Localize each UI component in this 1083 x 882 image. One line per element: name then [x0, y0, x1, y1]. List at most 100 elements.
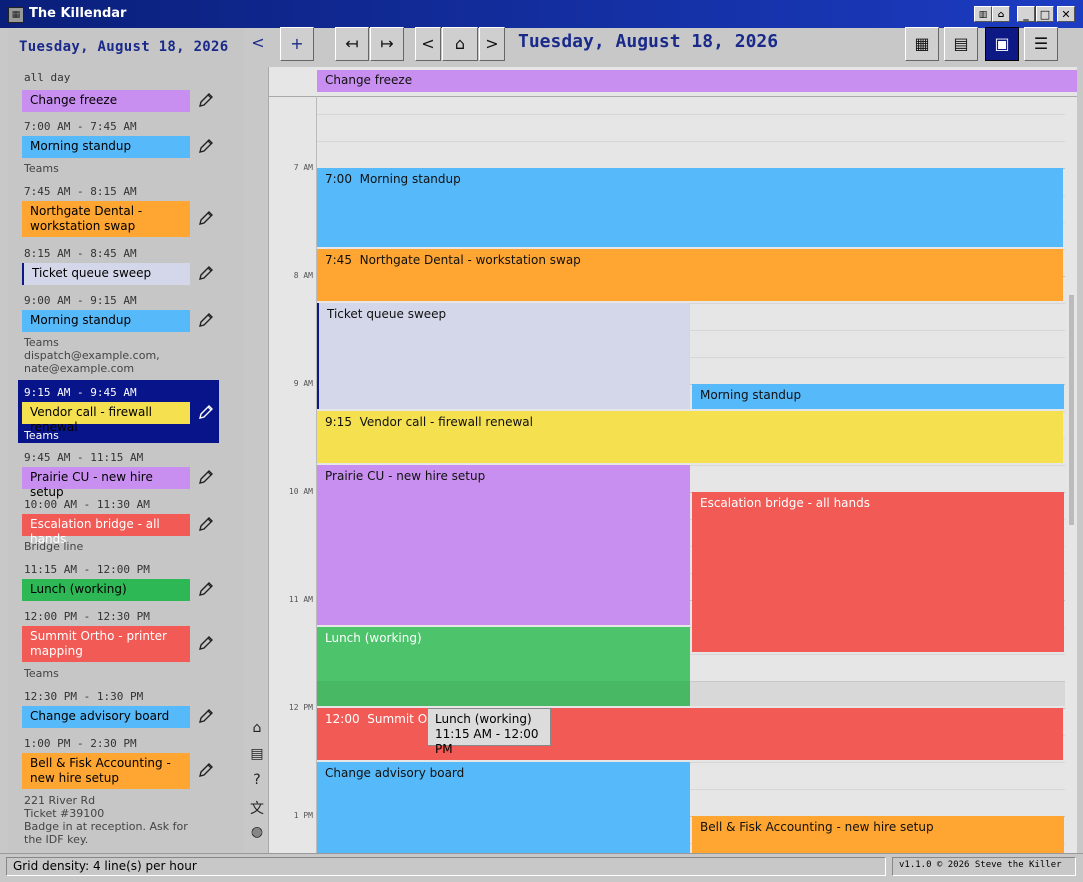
event-title: Change advisory board	[325, 766, 465, 780]
edit-pencil-icon[interactable]	[198, 581, 214, 597]
header-date: Tuesday, August 18, 2026	[518, 31, 779, 52]
event-title: Lunch (working)	[325, 631, 422, 645]
event-vendor-call[interactable]: 9:15 Vendor call - firewall renewal	[317, 411, 1063, 463]
add-event-button[interactable]: +	[280, 27, 314, 61]
agenda-item[interactable]: Prairie CU - new hire setup	[22, 467, 190, 499]
event-title: Northgate Dental - workstation swap	[359, 253, 581, 267]
event-time: 7:45	[325, 253, 352, 267]
agenda-time: 9:45 AM - 11:15 AM	[24, 451, 144, 464]
next-day-button[interactable]: >	[479, 27, 505, 61]
next-week-button[interactable]: ↦	[370, 27, 404, 61]
agenda-meta: 221 River Rd Ticket #39100 Badge in at r…	[24, 794, 188, 846]
translate-icon[interactable]: 文	[248, 798, 266, 824]
agenda-item[interactable]: Escalation bridge - all hands	[22, 514, 190, 546]
minimize-button[interactable]: _	[1017, 6, 1035, 22]
edit-pencil-icon[interactable]	[198, 138, 214, 154]
day-grid[interactable]: Change freeze 7 AM 8 AM 9 AM 10 AM 11 AM 12 P…	[268, 67, 1077, 853]
event-morning-standup[interactable]: 7:00 Morning standup	[317, 168, 1063, 247]
agenda-time: 9:00 AM - 9:15 AM	[24, 294, 137, 307]
prev-day-button[interactable]: <	[415, 27, 441, 61]
week-calendar-icon: ▤	[953, 34, 969, 53]
event-northgate-dental[interactable]: 7:45 Northgate Dental - workstation swap	[317, 249, 1063, 301]
agenda-item[interactable]: Lunch (working)	[22, 579, 190, 601]
side-tools: ⌂ ▤ ? 文 ◍	[248, 720, 266, 850]
hour-label: 7 AM	[293, 163, 313, 172]
palette-icon[interactable]: ◍	[248, 824, 266, 850]
collapse-sidebar-button[interactable]: <	[246, 27, 270, 61]
allday-row: Change freeze	[269, 67, 1077, 97]
event-prairie-cu[interactable]: Prairie CU - new hire setup	[317, 465, 690, 625]
hour-label: 11 AM	[288, 595, 313, 604]
day-view-button[interactable]: ▣	[985, 27, 1019, 61]
agenda-time: 7:00 AM - 7:45 AM	[24, 120, 137, 133]
event-escalation-bridge[interactable]: Escalation bridge - all hands	[692, 492, 1064, 652]
edit-pencil-icon[interactable]	[198, 312, 214, 328]
sidebar-date: Tuesday, August 18, 2026	[19, 39, 229, 55]
agenda-time: 7:45 AM - 8:15 AM	[24, 185, 137, 198]
lock-icon[interactable]: ⌂	[992, 6, 1010, 22]
event-morning-standup-2[interactable]: Morning standup	[692, 384, 1064, 409]
agenda-item[interactable]: Change freeze	[22, 90, 190, 112]
edit-pencil-icon[interactable]	[198, 92, 214, 108]
agenda-item[interactable]: Morning standup	[22, 310, 190, 332]
agenda-item[interactable]: Ticket queue sweep	[22, 263, 190, 285]
event-time: 7:00	[325, 172, 352, 186]
agenda-sidebar: Tuesday, August 18, 2026 all day Change …	[8, 29, 244, 852]
event-tooltip: Lunch (working) 11:15 AM - 12:00 PM	[427, 708, 551, 756]
tag-icon[interactable]: ⌂	[248, 720, 266, 746]
agenda-item[interactable]: Morning standup	[22, 136, 190, 158]
agenda-time: 8:15 AM - 8:45 AM	[24, 247, 137, 260]
event-bell-fisk[interactable]: Bell & Fisk Accounting - new hire setup	[692, 816, 1064, 853]
allday-event[interactable]: Change freeze	[317, 70, 1077, 92]
edit-pencil-icon[interactable]	[198, 635, 214, 651]
close-button[interactable]: ✕	[1057, 6, 1075, 22]
agenda-item[interactable]: Change advisory board	[22, 706, 190, 728]
edit-pencil-icon[interactable]	[198, 404, 214, 420]
edit-pencil-icon[interactable]	[198, 708, 214, 724]
hour-label: 1 PM	[293, 811, 313, 820]
edit-pencil-icon[interactable]	[198, 265, 214, 281]
edit-pencil-icon[interactable]	[198, 469, 214, 485]
agenda-item[interactable]: Vendor call - firewall renewal	[22, 402, 190, 434]
event-ticket-queue[interactable]: Ticket queue sweep	[317, 303, 690, 409]
status-left: Grid density: 4 line(s) per hour	[6, 857, 886, 876]
agenda-time: 12:30 PM - 1:30 PM	[24, 690, 144, 703]
hour-label: 9 AM	[293, 379, 313, 388]
edit-pencil-icon[interactable]	[198, 762, 214, 778]
prev-week-button[interactable]: ↤	[335, 27, 369, 61]
event-change-advisory[interactable]: Change advisory board	[317, 762, 690, 853]
tooltip-title: Lunch (working)	[435, 712, 532, 726]
agenda-view-button[interactable]: ☰	[1024, 27, 1058, 61]
agenda-item[interactable]: Summit Ortho - printer mapping	[22, 626, 190, 662]
maximize-button[interactable]: □	[1036, 6, 1054, 22]
agenda-time: 10:00 AM - 11:30 AM	[24, 498, 150, 511]
event-time: 12:00	[325, 712, 360, 726]
agenda-time: 12:00 PM - 12:30 PM	[24, 610, 150, 623]
toolbar-icon[interactable]: ▥	[974, 6, 992, 22]
event-title: Vendor call - firewall renewal	[359, 415, 533, 429]
week-view-button[interactable]: ▤	[944, 27, 978, 61]
grid-line	[317, 141, 1065, 142]
today-button[interactable]: ⌂	[442, 27, 478, 61]
status-right: v1.1.0 © 2026 Steve the Killer	[892, 857, 1076, 876]
month-view-button[interactable]: ▦	[905, 27, 939, 61]
card-icon[interactable]: ▤	[248, 746, 266, 772]
agenda-item[interactable]: Bell & Fisk Accounting - new hire setup	[22, 753, 190, 789]
agenda-time: 11:15 AM - 12:00 PM	[24, 563, 150, 576]
edit-pencil-icon[interactable]	[198, 210, 214, 226]
allday-label: all day	[24, 71, 71, 84]
hour-label: 12 PM	[288, 703, 313, 712]
day-calendar-icon: ▣	[994, 34, 1010, 53]
edit-pencil-icon[interactable]	[198, 516, 214, 532]
help-icon[interactable]: ?	[248, 772, 266, 798]
hour-gutter	[269, 96, 317, 853]
agenda-meta: Teams	[24, 667, 59, 680]
agenda-item[interactable]: Northgate Dental - workstation swap	[22, 201, 190, 237]
app-icon: ▦	[8, 7, 24, 23]
agenda-meta: Teams dispatch@example.com, nate@example…	[24, 336, 160, 375]
event-title: Bell & Fisk Accounting - new hire setup	[700, 820, 934, 834]
hour-label: 10 AM	[288, 487, 313, 496]
status-bar: Grid density: 4 line(s) per hour v1.1.0 …	[0, 853, 1083, 882]
event-title: Ticket queue sweep	[327, 307, 447, 321]
vertical-scrollbar[interactable]	[1069, 295, 1074, 525]
